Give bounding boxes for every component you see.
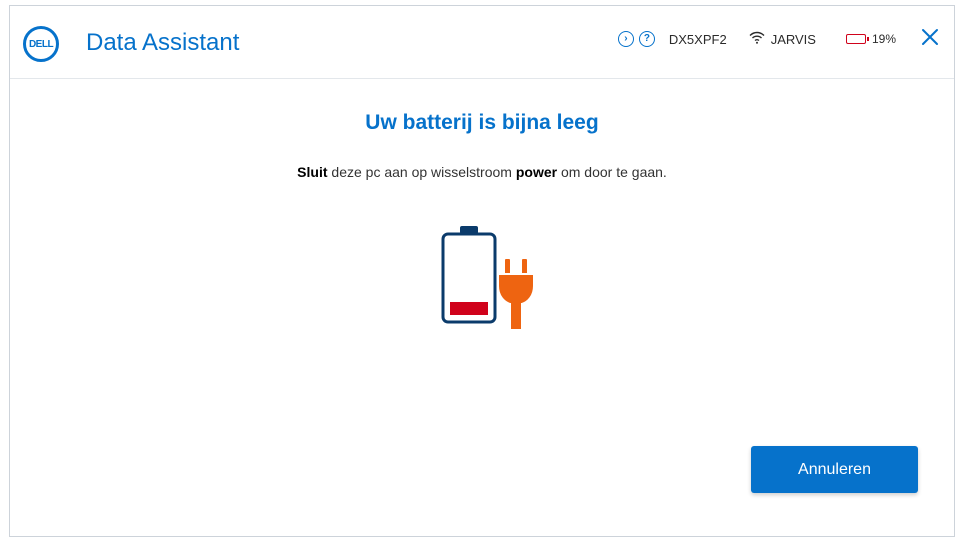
message-text-end: om door te gaan. [557, 164, 667, 180]
close-button[interactable] [918, 27, 942, 51]
network-name: JARVIS [770, 31, 816, 47]
battery-percent: 19% [871, 32, 896, 46]
message-bold-sluit: Sluit [297, 164, 328, 180]
message-text: deze pc aan op wisselstroom [327, 164, 516, 180]
app-window: DELL Data Assistant › ? DX5XPF2 JARVIS 1… [9, 5, 955, 537]
dell-logo: DELL [23, 26, 59, 62]
instruction-text: Sluit deze pc aan op wisselstroom power … [10, 164, 954, 180]
device-name: DX5XPF2 [668, 31, 727, 47]
help-icon[interactable]: ? [638, 31, 655, 47]
title-bar: DELL Data Assistant › ? DX5XPF2 JARVIS 1… [10, 6, 954, 79]
app-title: Data Assistant [86, 29, 240, 56]
message-bold-power: power [515, 164, 558, 180]
chevron-right-circle-icon[interactable]: › [617, 31, 634, 47]
close-icon [922, 29, 938, 45]
wifi-icon [749, 31, 765, 47]
cancel-button[interactable]: Annuleren [751, 446, 918, 493]
page-title: Uw batterij is bijna leeg [365, 111, 599, 134]
battery-icon [845, 34, 869, 44]
low-battery-plug-illustration [438, 224, 548, 334]
status-bar: › ? DX5XPF2 JARVIS 19% [617, 24, 942, 54]
